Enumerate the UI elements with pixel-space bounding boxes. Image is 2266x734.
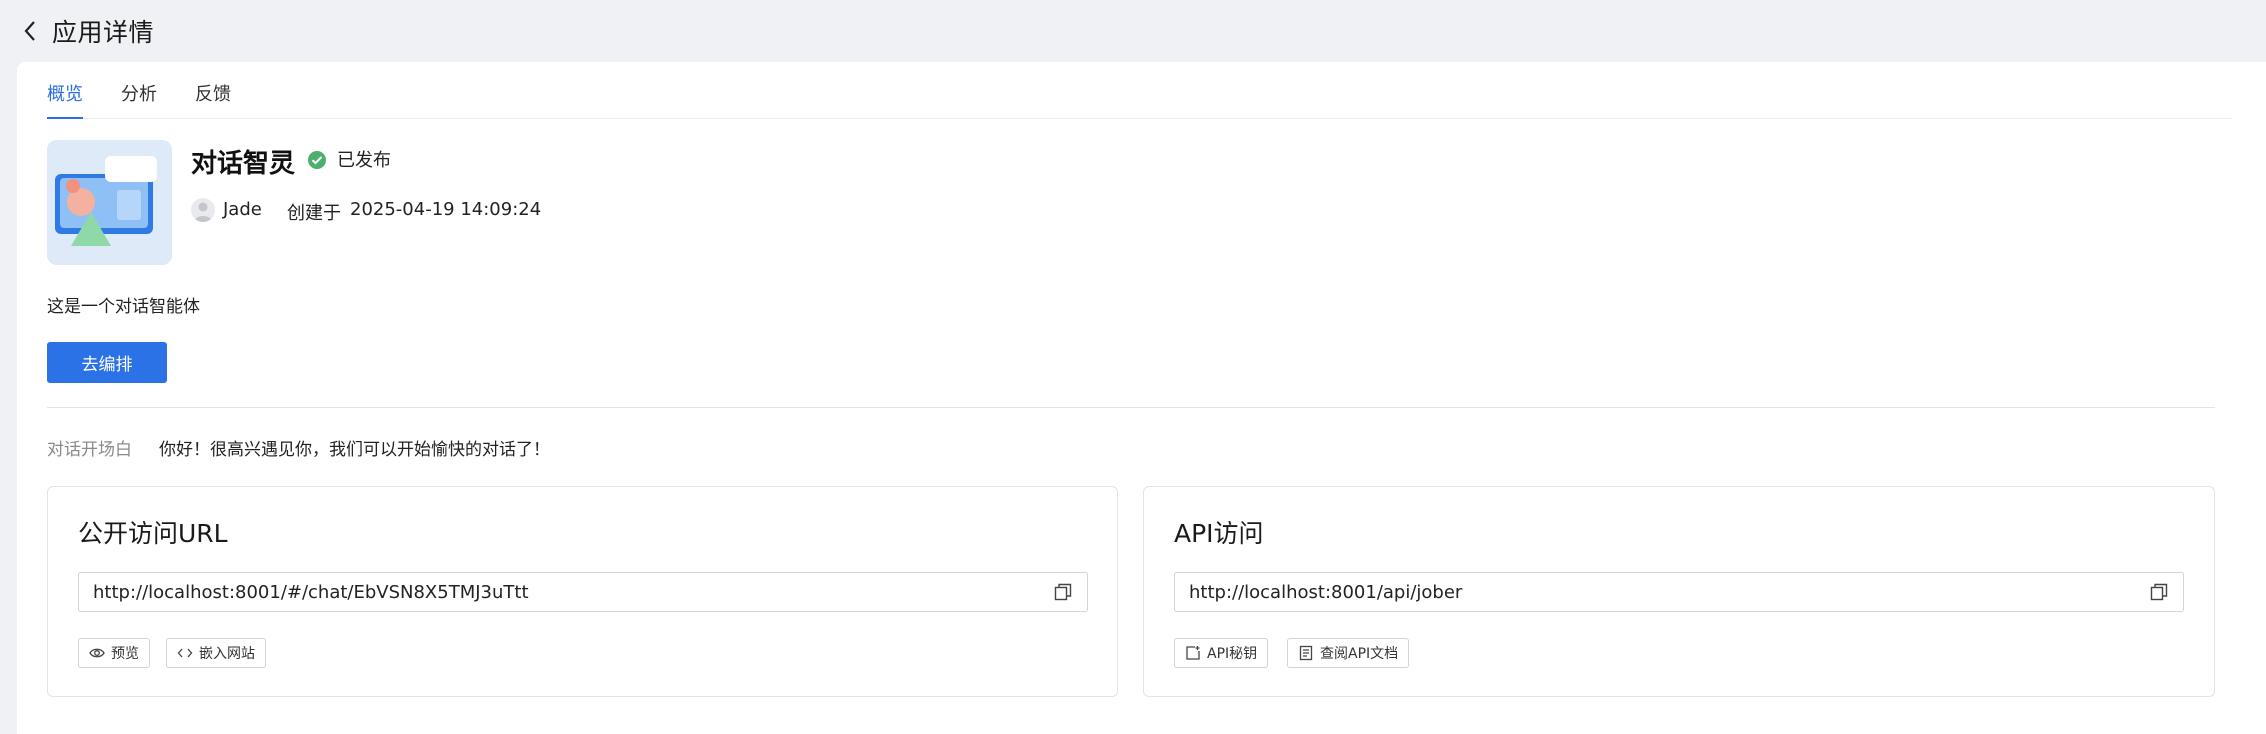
tab-overview[interactable]: 概览	[47, 62, 83, 119]
page-title: 应用详情	[52, 18, 155, 47]
avatar	[191, 198, 215, 222]
key-add-icon	[1185, 645, 1201, 661]
top-bar: 应用详情	[0, 0, 2266, 62]
document-icon	[1298, 645, 1314, 661]
card-title: API访问	[1174, 519, 1264, 548]
code-icon	[177, 645, 193, 661]
divider	[47, 407, 2215, 408]
copy-icon[interactable]	[2149, 582, 2169, 602]
tab-analysis[interactable]: 分析	[121, 62, 157, 118]
main-panel: 概览 分析 反馈 对话智灵 已发布 Jade 创建于 2025-04-19 14…	[17, 62, 2266, 734]
api-docs-button[interactable]: 查阅API文档	[1287, 638, 1410, 668]
preview-button[interactable]: 预览	[78, 638, 150, 668]
public-url-field[interactable]: http://localhost:8001/#/chat/EbVSN8X5TMJ…	[78, 572, 1088, 612]
embed-website-label: 嵌入网站	[199, 646, 255, 662]
preview-label: 预览	[111, 646, 139, 662]
created-time: 2025-04-19 14:09:24	[350, 199, 542, 220]
app-name: 对话智灵	[191, 149, 296, 179]
app-description: 这是一个对话智能体	[47, 297, 200, 317]
embed-website-button[interactable]: 嵌入网站	[166, 638, 266, 668]
chevron-left-icon[interactable]	[20, 19, 40, 43]
public-url-card: 公开访问URL http://localhost:8001/#/chat/EbV…	[47, 486, 1118, 697]
app-icon	[47, 140, 172, 265]
opening-text: 你好！很高兴遇见你，我们可以开始愉快的对话了！	[159, 440, 550, 460]
api-docs-label: 查阅API文档	[1320, 646, 1399, 662]
api-url-text: http://localhost:8001/api/jober	[1189, 581, 1463, 603]
edit-button[interactable]: 去编排	[47, 342, 167, 383]
tab-feedback[interactable]: 反馈	[195, 62, 231, 118]
eye-icon	[89, 645, 105, 661]
opening-label: 对话开场白	[47, 440, 132, 460]
author-name: Jade	[223, 199, 262, 220]
check-circle-icon	[307, 150, 327, 170]
status-badge: 已发布	[337, 150, 391, 171]
tab-bar: 概览 分析 反馈	[47, 62, 2232, 119]
api-access-card: API访问 http://localhost:8001/api/jober AP…	[1143, 486, 2215, 697]
api-key-label: API秘钥	[1207, 646, 1258, 662]
api-url-field[interactable]: http://localhost:8001/api/jober	[1174, 572, 2184, 612]
copy-icon[interactable]	[1053, 582, 1073, 602]
card-title: 公开访问URL	[78, 519, 228, 548]
public-url-text: http://localhost:8001/#/chat/EbVSN8X5TMJ…	[93, 581, 529, 603]
api-key-button[interactable]: API秘钥	[1174, 638, 1269, 668]
created-label: 创建于	[287, 203, 341, 224]
